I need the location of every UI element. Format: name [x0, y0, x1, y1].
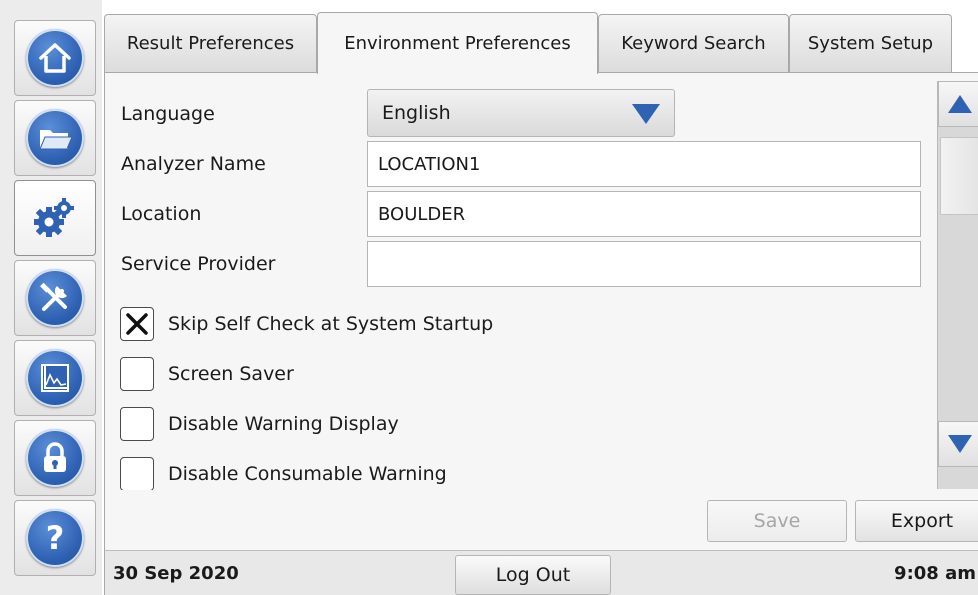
nav-home-button[interactable]	[14, 20, 96, 96]
lock-icon	[26, 429, 84, 487]
nav-tools-button[interactable]	[14, 260, 96, 336]
save-button[interactable]: Save	[707, 500, 847, 542]
chevron-up-icon	[948, 95, 972, 113]
scroll-down-button[interactable]	[938, 421, 978, 467]
environment-preferences-panel: Language English Analyzer Name Location …	[104, 72, 978, 490]
screen-saver-option[interactable]: Screen Saver	[120, 357, 294, 391]
chevron-down-icon	[948, 435, 972, 453]
analyzer-name-field[interactable]	[367, 141, 921, 187]
check-x-icon	[126, 313, 148, 335]
disable-warning-display-label: Disable Warning Display	[168, 413, 399, 435]
vertical-scrollbar[interactable]	[937, 81, 978, 489]
tab-system-setup[interactable]: System Setup	[789, 14, 952, 72]
tab-environment-preferences[interactable]: Environment Preferences	[317, 12, 598, 74]
language-select[interactable]: English	[367, 89, 675, 137]
disable-consumable-warning-label: Disable Consumable Warning	[168, 463, 447, 485]
tools-icon	[26, 269, 84, 327]
nav-settings-button[interactable]	[14, 180, 96, 256]
disable-warning-display-checkbox[interactable]	[120, 407, 154, 441]
chart-icon	[26, 349, 84, 407]
nav-files-button[interactable]	[14, 100, 96, 176]
status-time: 9:08 am	[894, 563, 976, 584]
scroll-thumb[interactable]	[940, 137, 978, 215]
disable-consumable-warning-option[interactable]: Disable Consumable Warning	[120, 457, 447, 490]
nav-charts-button[interactable]	[14, 340, 96, 416]
screen-saver-label: Screen Saver	[168, 363, 294, 385]
skip-self-check-label: Skip Self Check at System Startup	[168, 313, 494, 335]
location-label: Location	[121, 203, 202, 225]
tab-label: Environment Preferences	[344, 33, 571, 54]
tab-label: System Setup	[807, 33, 934, 54]
nav-rail: ?	[0, 0, 102, 595]
settings-gears-icon	[26, 189, 84, 247]
svg-text:?: ?	[46, 519, 65, 557]
nav-help-button[interactable]: ?	[14, 500, 96, 576]
skip-self-check-option[interactable]: Skip Self Check at System Startup	[120, 307, 493, 341]
chevron-down-icon	[632, 104, 660, 124]
disable-warning-display-option[interactable]: Disable Warning Display	[120, 407, 399, 441]
location-field[interactable]	[367, 191, 921, 237]
scroll-up-button[interactable]	[938, 81, 978, 127]
service-provider-field[interactable]	[367, 241, 921, 287]
analyzer-name-label: Analyzer Name	[121, 153, 266, 175]
language-value: English	[382, 102, 451, 124]
logout-button[interactable]: Log Out	[455, 555, 611, 595]
screen-saver-checkbox[interactable]	[120, 357, 154, 391]
tab-keyword-search[interactable]: Keyword Search	[598, 14, 789, 72]
help-icon: ?	[26, 509, 84, 567]
status-bar: 30 Sep 2020 Log Out 9:08 am	[104, 550, 978, 595]
tab-label: Keyword Search	[621, 33, 766, 54]
disable-consumable-warning-checkbox[interactable]	[120, 457, 154, 490]
tab-result-preferences[interactable]: Result Preferences	[104, 14, 317, 72]
service-provider-label: Service Provider	[121, 253, 276, 275]
tab-label: Result Preferences	[126, 33, 295, 54]
home-icon	[26, 29, 84, 87]
language-label: Language	[121, 103, 215, 125]
folder-icon	[26, 109, 84, 167]
action-bar: Save Export	[104, 490, 978, 550]
export-button[interactable]: Export	[855, 500, 978, 542]
skip-self-check-checkbox[interactable]	[120, 307, 154, 341]
nav-security-button[interactable]	[14, 420, 96, 496]
status-date: 30 Sep 2020	[113, 563, 239, 584]
